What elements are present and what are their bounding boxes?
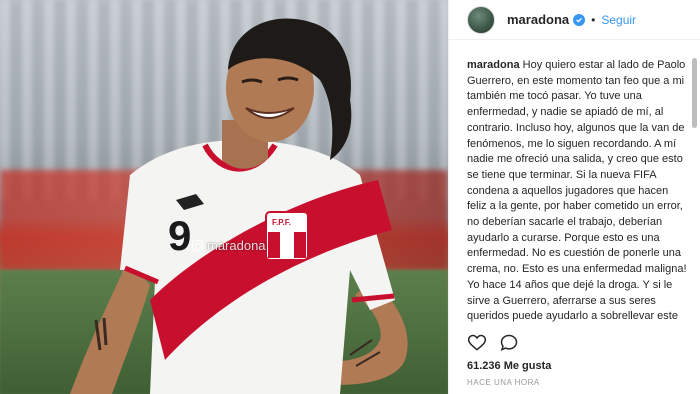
comment-icon[interactable] <box>499 333 519 358</box>
avatar[interactable] <box>467 5 495 34</box>
heart-icon[interactable] <box>467 333 487 358</box>
post-side-panel: maradona • Seguir maradona Hoy quiero es… <box>448 0 700 394</box>
post-photo[interactable]: 9 F.P.F. maradona <box>0 0 448 394</box>
like-count[interactable]: 61.236 Me gusta <box>467 360 551 372</box>
jersey-badge-text: F.P.F. <box>272 218 291 227</box>
verified-badge-icon <box>573 13 586 26</box>
player-illustration <box>70 18 408 394</box>
watermark-text: maradona <box>207 238 266 253</box>
post-timestamp: HACE UNA HORA <box>467 378 540 387</box>
instagram-icon <box>192 240 203 251</box>
image-watermark: maradona <box>192 238 266 253</box>
jersey-number: 9 <box>168 212 192 259</box>
separator-dot: • <box>591 12 596 27</box>
action-bar <box>467 333 519 358</box>
caption: maradona Hoy quiero estar al lado de Pao… <box>467 58 687 326</box>
caption-username[interactable]: maradona <box>467 59 520 71</box>
username-link[interactable]: maradona <box>507 12 569 27</box>
caption-scroll-area[interactable]: maradona Hoy quiero estar al lado de Pao… <box>467 58 687 326</box>
follow-button[interactable]: Seguir <box>601 13 636 27</box>
caption-text: Hoy quiero estar al lado de Paolo Guerre… <box>467 59 687 326</box>
post-header: maradona • Seguir <box>449 0 700 40</box>
scrollbar[interactable] <box>692 58 697 128</box>
